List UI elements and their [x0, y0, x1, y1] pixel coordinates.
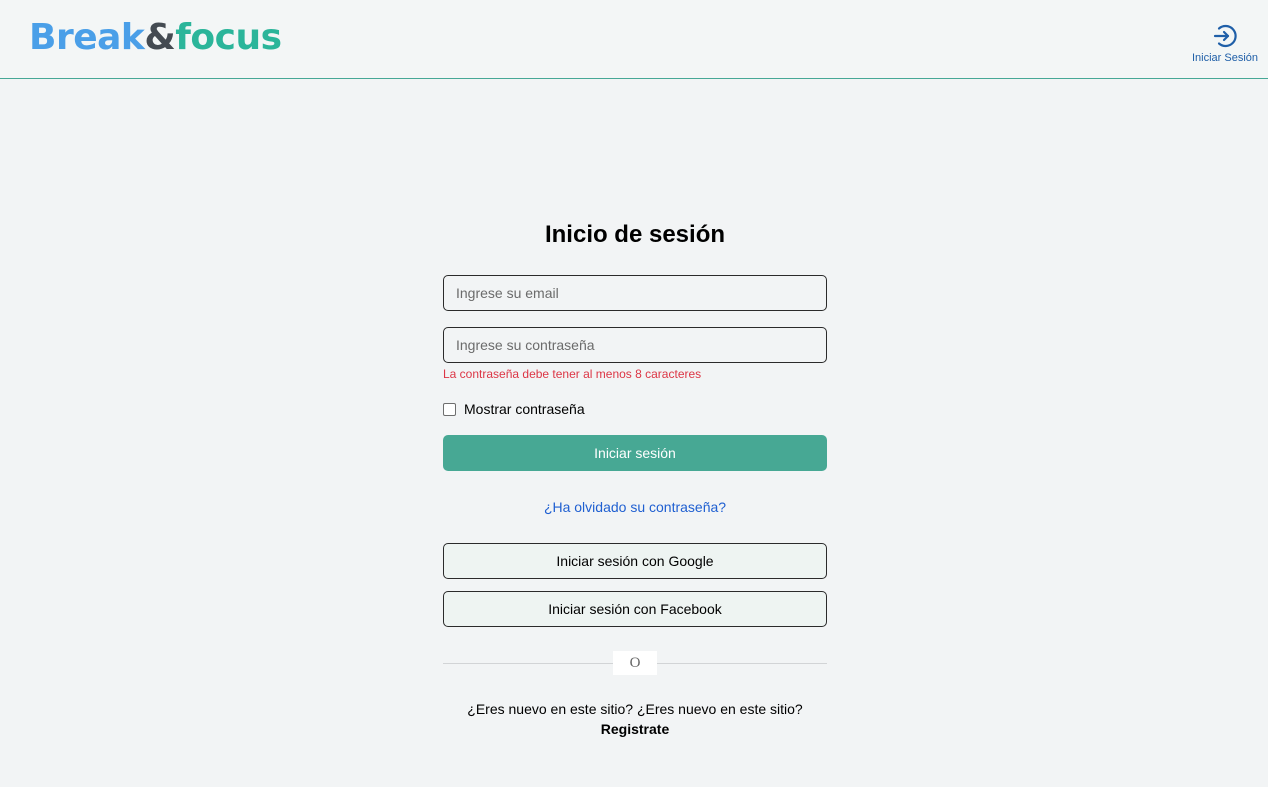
login-submit-button[interactable]: Iniciar sesión	[443, 435, 827, 471]
logo-text-focus: focus	[175, 17, 282, 58]
show-password-label[interactable]: Mostrar contraseña	[464, 401, 585, 417]
or-divider-text: O	[613, 651, 657, 675]
brand-logo[interactable]: Break&focus	[29, 16, 282, 60]
show-password-row[interactable]: Mostrar contraseña	[443, 401, 585, 417]
login-arrow-icon	[1213, 24, 1237, 48]
facebook-login-button[interactable]: Iniciar sesión con Facebook	[443, 591, 827, 627]
page-title: Inicio de sesión	[544, 221, 726, 248]
show-password-checkbox[interactable]	[443, 402, 456, 416]
logo-text-break: Break	[29, 17, 145, 58]
register-link[interactable]: Registrate	[443, 721, 827, 737]
top-header: Break&focus Iniciar Sesión	[0, 0, 1268, 79]
new-user-question: ¿Eres nuevo en este sitio? ¿Eres nuevo e…	[467, 701, 803, 717]
forgot-password-link[interactable]: ¿Ha olvidado su contraseña?	[443, 499, 827, 515]
email-input[interactable]	[443, 275, 827, 311]
logo-text-ampersand: &	[144, 17, 176, 58]
header-login-label: Iniciar Sesión	[1191, 52, 1259, 64]
google-login-button[interactable]: Iniciar sesión con Google	[443, 543, 827, 579]
password-error-message: La contraseña debe tener al menos 8 cara…	[443, 367, 702, 381]
password-input[interactable]	[443, 327, 827, 363]
header-login-link[interactable]: Iniciar Sesión	[1186, 23, 1264, 69]
